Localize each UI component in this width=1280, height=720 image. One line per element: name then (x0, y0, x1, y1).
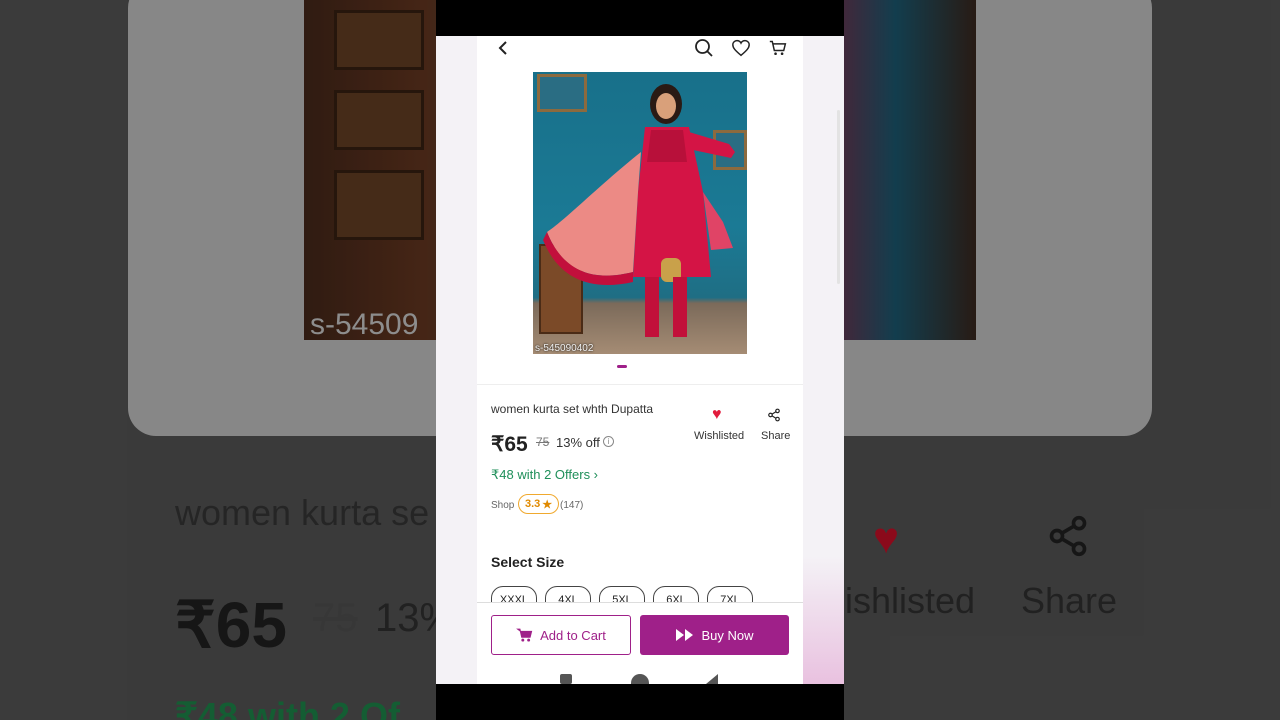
recents-icon[interactable] (560, 674, 572, 684)
bottom-bar (436, 684, 844, 720)
home-icon[interactable] (631, 674, 649, 684)
buy-now-label: Buy Now (701, 627, 754, 643)
system-nav (436, 674, 844, 684)
divider (477, 384, 803, 385)
product-title: women kurta set whth Dupatta (491, 402, 654, 416)
back-nav-icon[interactable] (706, 674, 718, 684)
cart-icon (516, 628, 533, 642)
cart-button[interactable] (763, 36, 793, 60)
wishlisted-heart-icon[interactable]: ♥ (712, 406, 722, 424)
app-screen: s-545090402 women kurta set whth Dupatta… (436, 36, 844, 684)
carousel-indicator[interactable] (617, 365, 627, 368)
buy-now-button[interactable]: Buy Now (640, 615, 789, 655)
video-frame: s-54509 women kurta se ₹65 75 13% ₹48 wi… (0, 0, 1280, 720)
product-sku: s-545090402 (535, 343, 594, 354)
star-icon: ★ (542, 498, 553, 511)
product-page: s-545090402 women kurta set whth Dupatta… (477, 36, 840, 684)
status-bar (436, 0, 844, 36)
cart-icon (769, 40, 787, 56)
review-count: (147) (560, 500, 584, 511)
search-button[interactable] (689, 36, 719, 60)
back-arrow-icon (498, 41, 507, 55)
product-image[interactable] (533, 72, 747, 354)
select-size-heading: Select Size (491, 554, 565, 570)
info-icon[interactable]: i (603, 436, 614, 447)
shop-label: Shop (491, 500, 515, 511)
fast-forward-icon (676, 629, 694, 641)
model-figure (543, 84, 735, 337)
top-bar (477, 36, 803, 66)
back-button[interactable] (489, 36, 519, 60)
search-icon (695, 39, 713, 57)
share-icon[interactable] (767, 408, 781, 422)
product-mrp: 75 (536, 435, 550, 449)
rating-value: 3.3 (525, 498, 541, 510)
scrollbar[interactable] (837, 110, 840, 284)
action-footer: Add to Cart Buy Now (477, 602, 803, 684)
product-price: ₹65 (491, 433, 528, 456)
phone-screen: s-545090402 women kurta set whth Dupatta… (436, 0, 844, 720)
heart-icon (732, 39, 750, 57)
add-to-cart-label: Add to Cart (540, 627, 606, 643)
discount-label: 13% off (556, 435, 600, 450)
wishlisted-label[interactable]: Wishlisted (694, 430, 744, 442)
rating-badge: 3.3 ★ (518, 494, 560, 514)
wishlist-button[interactable] (726, 36, 756, 60)
share-label[interactable]: Share (761, 430, 790, 442)
offers-link[interactable]: ₹48 with 2 Offers › (491, 467, 598, 483)
add-to-cart-button[interactable]: Add to Cart (491, 615, 631, 655)
